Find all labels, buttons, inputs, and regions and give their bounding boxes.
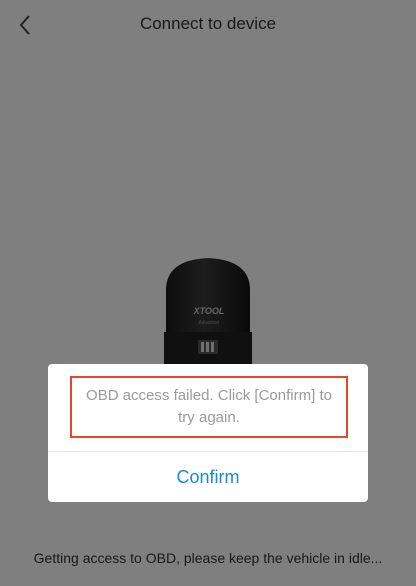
error-message: OBD access failed. Click [Confirm] to tr… — [86, 387, 332, 426]
error-dialog: OBD access failed. Click [Confirm] to tr… — [48, 364, 368, 502]
confirm-button[interactable]: Confirm — [48, 452, 368, 502]
message-highlight-box: OBD access failed. Click [Confirm] to tr… — [70, 376, 348, 438]
